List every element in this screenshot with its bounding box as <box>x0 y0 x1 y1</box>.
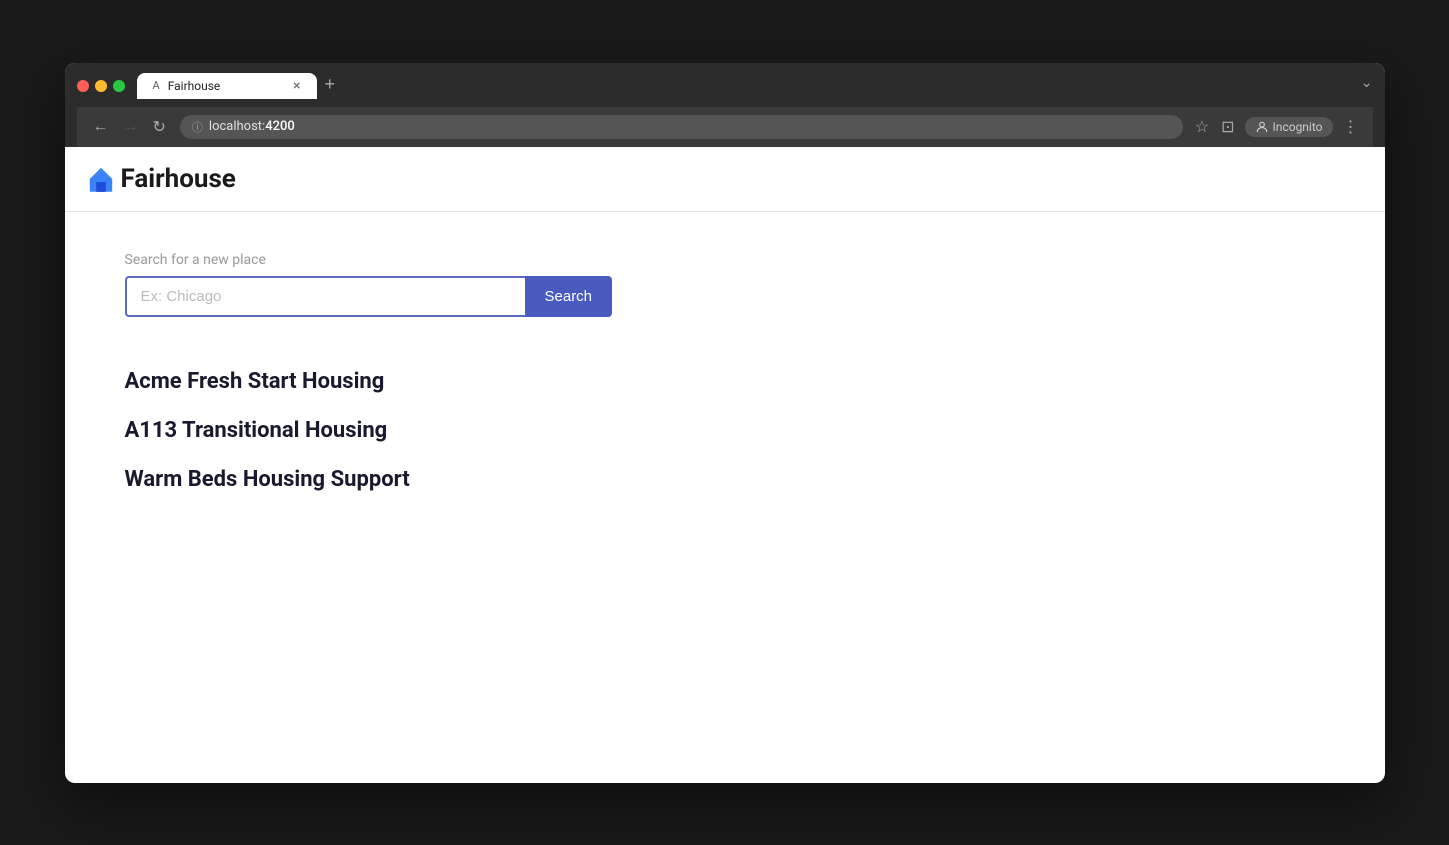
browser-window: A Fairhouse × + ⌄ ← → ↻ ⓘ localhost:4200 <box>65 63 1385 783</box>
app-main: Search for a new place Search Acme Fresh… <box>65 212 1385 544</box>
results-list: Acme Fresh Start Housing A113 Transition… <box>125 357 1325 504</box>
search-label: Search for a new place <box>125 252 1325 268</box>
list-item: Acme Fresh Start Housing <box>125 357 1325 406</box>
search-section: Search for a new place Search <box>125 252 1325 317</box>
browser-chrome: A Fairhouse × + ⌄ ← → ↻ ⓘ localhost:4200 <box>65 63 1385 147</box>
refresh-button[interactable]: ↻ <box>149 115 170 139</box>
more-options-icon[interactable]: ⋮ <box>1341 115 1361 138</box>
maximize-window-button[interactable] <box>113 80 125 92</box>
title-bar: A Fairhouse × + ⌄ <box>77 73 1373 99</box>
tab-icon: A <box>153 79 160 92</box>
search-button[interactable]: Search <box>525 276 613 317</box>
address-text: localhost:4200 <box>209 119 295 134</box>
star-icon[interactable]: ☆ <box>1193 115 1211 138</box>
tab-title: Fairhouse <box>168 79 285 93</box>
result-title: Acme Fresh Start Housing <box>125 369 1325 394</box>
tab-chevron-icon: ⌄ <box>1361 75 1373 97</box>
search-row: Search <box>125 276 1325 317</box>
browser-tabs: A Fairhouse × + <box>137 73 1349 99</box>
split-icon[interactable]: ⊡ <box>1219 115 1236 138</box>
address-input-wrap[interactable]: ⓘ localhost:4200 <box>180 115 1183 139</box>
incognito-button[interactable]: Incognito <box>1245 117 1333 137</box>
logo-icon <box>85 163 117 195</box>
logo-text: Fairhouse <box>121 164 236 194</box>
window-controls <box>77 80 125 92</box>
app-header: Fairhouse <box>65 147 1385 212</box>
result-title: A113 Transitional Housing <box>125 418 1325 443</box>
minimize-window-button[interactable] <box>95 80 107 92</box>
new-tab-button[interactable]: + <box>317 75 344 99</box>
logo: Fairhouse <box>85 163 236 195</box>
nav-buttons: ← → ↻ <box>89 115 170 139</box>
browser-toolbar-right: ☆ ⊡ Incognito ⋮ <box>1193 115 1361 138</box>
close-window-button[interactable] <box>77 80 89 92</box>
incognito-label: Incognito <box>1273 120 1323 134</box>
list-item: Warm Beds Housing Support <box>125 455 1325 504</box>
result-title: Warm Beds Housing Support <box>125 467 1325 492</box>
app-content: Fairhouse Search for a new place Search … <box>65 147 1385 747</box>
forward-button[interactable]: → <box>119 116 143 138</box>
back-button[interactable]: ← <box>89 116 113 138</box>
active-tab[interactable]: A Fairhouse × <box>137 73 317 99</box>
list-item: A113 Transitional Housing <box>125 406 1325 455</box>
tab-close-button[interactable]: × <box>293 79 300 93</box>
address-bar: ← → ↻ ⓘ localhost:4200 ☆ ⊡ Incognito <box>77 107 1373 147</box>
address-info-icon: ⓘ <box>192 119 203 135</box>
search-input[interactable] <box>125 276 525 317</box>
incognito-icon <box>1255 120 1269 134</box>
